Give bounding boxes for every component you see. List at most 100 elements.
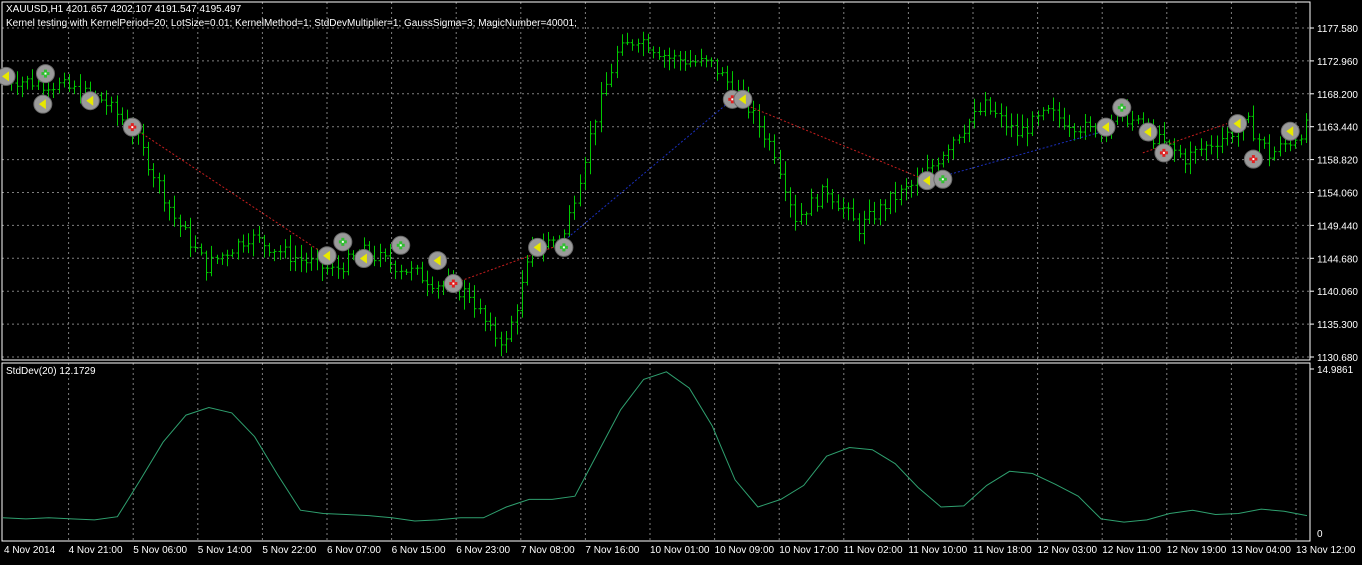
price-bar bbox=[72, 80, 77, 95]
y-tick-label: 1135.300 bbox=[1317, 320, 1358, 331]
trade-line bbox=[732, 98, 928, 182]
price-bar bbox=[572, 195, 577, 220]
price-bar bbox=[872, 201, 877, 225]
x-tick-label: 12 Nov 03:00 bbox=[1038, 545, 1098, 556]
price-bar bbox=[709, 57, 714, 68]
price-bar bbox=[762, 115, 767, 148]
trade-marker-buy[interactable] bbox=[391, 235, 411, 255]
x-tick-label: 12 Nov 11:00 bbox=[1102, 545, 1161, 556]
trade-marker-sell[interactable] bbox=[1243, 149, 1263, 169]
price-bar bbox=[1046, 105, 1051, 114]
cross-center bbox=[731, 98, 734, 101]
price-bar bbox=[215, 254, 220, 264]
trade-marker-exit[interactable] bbox=[1228, 114, 1248, 134]
trading-chart[interactable]: 4 Nov 2014 4 Nov 21:00 5 Nov 06:00 5 Nov 14… bbox=[0, 0, 1362, 561]
cross-center bbox=[562, 246, 565, 249]
price-bar bbox=[278, 245, 283, 260]
price-bar bbox=[693, 54, 698, 67]
trade-marker-sell[interactable] bbox=[443, 274, 463, 294]
price-bar bbox=[815, 193, 820, 212]
price-bar bbox=[1004, 106, 1009, 136]
price-bar bbox=[146, 141, 151, 176]
price-bar bbox=[725, 65, 730, 91]
price-bar bbox=[988, 97, 993, 115]
price-bars bbox=[4, 31, 1309, 357]
x-tick-label: 13 Nov 04:00 bbox=[1231, 545, 1291, 556]
price-bar bbox=[199, 243, 204, 256]
price-bar bbox=[820, 184, 825, 209]
price-bar bbox=[178, 214, 183, 237]
trade-marker-exit[interactable] bbox=[1138, 122, 1158, 142]
price-bar bbox=[62, 72, 67, 88]
price-bar bbox=[378, 243, 383, 268]
stddev-max-label: 14.9861 bbox=[1317, 365, 1354, 376]
price-bar bbox=[946, 144, 951, 163]
price-bar bbox=[1020, 114, 1025, 138]
price-bar bbox=[478, 298, 483, 314]
trade-marker-buy[interactable] bbox=[933, 169, 953, 189]
price-bar bbox=[409, 261, 414, 281]
price-bar bbox=[546, 231, 551, 250]
price-bar bbox=[288, 235, 293, 271]
trade-marker-exit[interactable] bbox=[917, 171, 937, 191]
price-bar bbox=[1130, 110, 1135, 131]
price-bar bbox=[909, 179, 914, 198]
price-bar bbox=[1257, 133, 1262, 153]
trade-marker-exit[interactable] bbox=[1096, 117, 1116, 137]
price-bar bbox=[615, 45, 620, 79]
price-bar bbox=[1178, 144, 1183, 158]
trade-marker-buy[interactable] bbox=[554, 237, 574, 257]
trade-line bbox=[132, 126, 328, 257]
stddev-line bbox=[2, 371, 1308, 523]
price-bar bbox=[1267, 134, 1272, 167]
price-bar bbox=[372, 245, 377, 267]
price-bar bbox=[841, 197, 846, 219]
trade-marker-exit[interactable] bbox=[428, 251, 448, 271]
price-bar bbox=[1262, 136, 1267, 149]
price-bar bbox=[1009, 113, 1014, 138]
trade-marker-exit[interactable] bbox=[33, 94, 53, 114]
y-tick-label: 1130.680 bbox=[1317, 353, 1358, 364]
x-tick-label: 13 Nov 12:00 bbox=[1296, 545, 1356, 556]
price-bar bbox=[683, 50, 688, 71]
trade-marker-exit[interactable] bbox=[354, 249, 374, 269]
price-bar bbox=[983, 92, 988, 117]
price-bar bbox=[15, 71, 20, 95]
x-tick-label: 11 Nov 10:00 bbox=[908, 545, 967, 556]
y-tick-label: 1158.820 bbox=[1317, 156, 1358, 167]
price-bar bbox=[472, 285, 477, 318]
price-bar bbox=[246, 233, 251, 254]
trade-marker-exit[interactable] bbox=[80, 91, 100, 111]
price-bar bbox=[393, 260, 398, 280]
x-tick-label: 10 Nov 09:00 bbox=[715, 545, 775, 556]
y-tick-label: 1154.060 bbox=[1317, 189, 1358, 200]
cross-center bbox=[452, 282, 455, 285]
cross-center bbox=[1162, 151, 1165, 154]
price-bar bbox=[462, 280, 467, 310]
trade-marker-exit[interactable] bbox=[1280, 121, 1300, 141]
trade-marker-sell[interactable] bbox=[1154, 143, 1174, 163]
price-bar bbox=[120, 107, 125, 126]
price-bar bbox=[751, 100, 756, 124]
price-bar bbox=[588, 121, 593, 175]
cross-center bbox=[399, 244, 402, 247]
price-bar bbox=[962, 124, 967, 144]
trade-marker-exit[interactable] bbox=[0, 66, 16, 86]
price-bar bbox=[504, 330, 509, 353]
price-bar bbox=[846, 202, 851, 221]
trade-marker-buy[interactable] bbox=[333, 232, 353, 252]
stddev-indicator bbox=[2, 371, 1308, 523]
trade-marker-buy[interactable] bbox=[1112, 98, 1132, 118]
trade-marker-exit[interactable] bbox=[528, 237, 548, 257]
price-bar bbox=[883, 199, 888, 221]
price-bar bbox=[657, 46, 662, 60]
price-bar bbox=[1025, 118, 1030, 147]
price-bar bbox=[599, 81, 604, 133]
trade-marker-exit[interactable] bbox=[317, 246, 337, 266]
expert-params: Kernel testing with KernelPeriod=20; Lot… bbox=[6, 18, 577, 29]
trade-marker-buy[interactable] bbox=[35, 64, 55, 84]
trade-marker-exit[interactable] bbox=[733, 89, 753, 109]
chart-canvas[interactable]: 4 Nov 2014 4 Nov 21:00 5 Nov 06:00 5 Nov 14… bbox=[0, 0, 1362, 561]
trade-marker-sell[interactable] bbox=[122, 117, 142, 137]
cross-center bbox=[131, 126, 134, 129]
